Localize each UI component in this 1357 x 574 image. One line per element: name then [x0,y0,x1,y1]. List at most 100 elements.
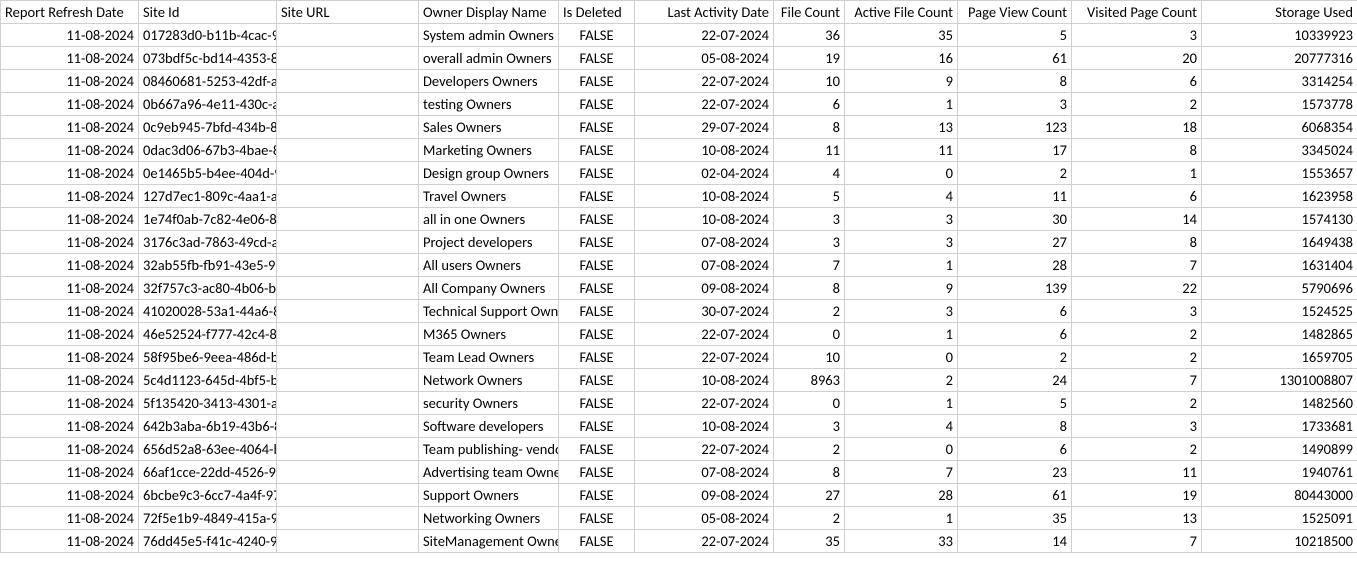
cell-filecnt[interactable]: 3 [774,231,845,254]
cell-lastact[interactable]: 22-07-2024 [635,530,774,553]
cell-siteid[interactable]: 017283d0-b11b-4cac-9bc2-87415acc [139,24,277,47]
cell-owner[interactable]: Networking Owners [419,507,559,530]
cell-deleted[interactable]: FALSE [559,139,635,162]
cell-url[interactable] [277,346,419,369]
table-row[interactable]: 11-08-20240c9eb945-7bfd-434b-8aee-958a6b… [1,116,1357,139]
cell-active[interactable]: 16 [845,47,958,70]
cell-url[interactable] [277,415,419,438]
cell-active[interactable]: 9 [845,277,958,300]
col-visited[interactable]: Visited Page Count [1072,1,1202,24]
cell-siteid[interactable]: 32ab55fb-fb91-43e5-9b03-ee9d09695 [139,254,277,277]
col-siteid[interactable]: Site Id [139,1,277,24]
cell-active[interactable]: 2 [845,369,958,392]
cell-visited[interactable]: 14 [1072,208,1202,231]
table-row[interactable]: 11-08-20245c4d1123-645d-4bf5-bcd3-b354c5… [1,369,1357,392]
cell-filecnt[interactable]: 8963 [774,369,845,392]
cell-pageview[interactable]: 17 [958,139,1072,162]
cell-active[interactable]: 1 [845,254,958,277]
cell-lastact[interactable]: 22-07-2024 [635,392,774,415]
cell-url[interactable] [277,231,419,254]
cell-deleted[interactable]: FALSE [559,369,635,392]
cell-filecnt[interactable]: 2 [774,300,845,323]
cell-siteid[interactable]: 127d7ec1-809c-4aa1-ade7-b9da673c [139,185,277,208]
cell-storage[interactable]: 1490899 [1202,438,1357,461]
cell-refresh[interactable]: 11-08-2024 [1,461,139,484]
table-row[interactable]: 11-08-20240dac3d06-67b3-4bae-8716-91b4e7… [1,139,1357,162]
cell-pageview[interactable]: 11 [958,185,1072,208]
col-active[interactable]: Active File Count [845,1,958,24]
cell-pageview[interactable]: 61 [958,47,1072,70]
cell-url[interactable] [277,323,419,346]
cell-deleted[interactable]: FALSE [559,484,635,507]
cell-active[interactable]: 1 [845,323,958,346]
cell-deleted[interactable]: FALSE [559,323,635,346]
cell-pageview[interactable]: 27 [958,231,1072,254]
cell-pageview[interactable]: 8 [958,415,1072,438]
cell-siteid[interactable]: 0c9eb945-7bfd-434b-8aee-958a6b328 [139,116,277,139]
cell-active[interactable]: 35 [845,24,958,47]
cell-visited[interactable]: 6 [1072,185,1202,208]
cell-lastact[interactable]: 09-08-2024 [635,277,774,300]
cell-deleted[interactable]: FALSE [559,24,635,47]
cell-lastact[interactable]: 22-07-2024 [635,93,774,116]
cell-filecnt[interactable]: 11 [774,139,845,162]
cell-filecnt[interactable]: 36 [774,24,845,47]
cell-storage[interactable]: 3345024 [1202,139,1357,162]
cell-deleted[interactable]: FALSE [559,530,635,553]
cell-refresh[interactable]: 11-08-2024 [1,369,139,392]
cell-storage[interactable]: 1524525 [1202,300,1357,323]
col-owner[interactable]: Owner Display Name [419,1,559,24]
col-deleted[interactable]: Is Deleted [559,1,635,24]
cell-url[interactable] [277,116,419,139]
cell-visited[interactable]: 19 [1072,484,1202,507]
cell-owner[interactable]: Software developers [419,415,559,438]
cell-refresh[interactable]: 11-08-2024 [1,415,139,438]
cell-visited[interactable]: 20 [1072,47,1202,70]
cell-owner[interactable]: All Company Owners [419,277,559,300]
cell-url[interactable] [277,484,419,507]
cell-owner[interactable]: Design group Owners [419,162,559,185]
cell-filecnt[interactable]: 3 [774,208,845,231]
cell-refresh[interactable]: 11-08-2024 [1,231,139,254]
col-lastact[interactable]: Last Activity Date [635,1,774,24]
cell-filecnt[interactable]: 4 [774,162,845,185]
cell-filecnt[interactable]: 2 [774,507,845,530]
cell-lastact[interactable]: 22-07-2024 [635,24,774,47]
cell-refresh[interactable]: 11-08-2024 [1,254,139,277]
cell-active[interactable]: 28 [845,484,958,507]
cell-deleted[interactable]: FALSE [559,93,635,116]
cell-storage[interactable]: 20777316 [1202,47,1357,70]
cell-pageview[interactable]: 23 [958,461,1072,484]
cell-filecnt[interactable]: 3 [774,415,845,438]
cell-owner[interactable]: System admin Owners [419,24,559,47]
cell-storage[interactable]: 1659705 [1202,346,1357,369]
cell-lastact[interactable]: 29-07-2024 [635,116,774,139]
cell-storage[interactable]: 1733681 [1202,415,1357,438]
cell-visited[interactable]: 13 [1072,507,1202,530]
cell-deleted[interactable]: FALSE [559,277,635,300]
cell-siteid[interactable]: 1e74f0ab-7c82-4e06-8af3-4d4db1381 [139,208,277,231]
cell-refresh[interactable]: 11-08-2024 [1,300,139,323]
table-row[interactable]: 11-08-2024127d7ec1-809c-4aa1-ade7-b9da67… [1,185,1357,208]
cell-lastact[interactable]: 22-07-2024 [635,70,774,93]
table-row[interactable]: 11-08-202408460681-5253-42df-a30a-f50d65… [1,70,1357,93]
cell-siteid[interactable]: 72f5e1b9-4849-415a-9640-1edbe458 [139,507,277,530]
cell-refresh[interactable]: 11-08-2024 [1,93,139,116]
cell-url[interactable] [277,438,419,461]
cell-visited[interactable]: 6 [1072,70,1202,93]
cell-storage[interactable]: 1553657 [1202,162,1357,185]
cell-visited[interactable]: 2 [1072,323,1202,346]
cell-storage[interactable]: 1525091 [1202,507,1357,530]
cell-siteid[interactable]: 656d52a8-63ee-4064-b25c-b69b436a [139,438,277,461]
cell-filecnt[interactable]: 8 [774,116,845,139]
cell-deleted[interactable]: FALSE [559,70,635,93]
cell-url[interactable] [277,254,419,277]
cell-url[interactable] [277,139,419,162]
cell-refresh[interactable]: 11-08-2024 [1,530,139,553]
table-row[interactable]: 11-08-20246bcbe9c3-6cc7-4a4f-978e-11d474… [1,484,1357,507]
cell-siteid[interactable]: 642b3aba-6b19-43b6-8c86-5b9019f6 [139,415,277,438]
cell-lastact[interactable]: 09-08-2024 [635,484,774,507]
cell-owner[interactable]: Support Owners [419,484,559,507]
cell-pageview[interactable]: 5 [958,392,1072,415]
cell-storage[interactable]: 10218500 [1202,530,1357,553]
